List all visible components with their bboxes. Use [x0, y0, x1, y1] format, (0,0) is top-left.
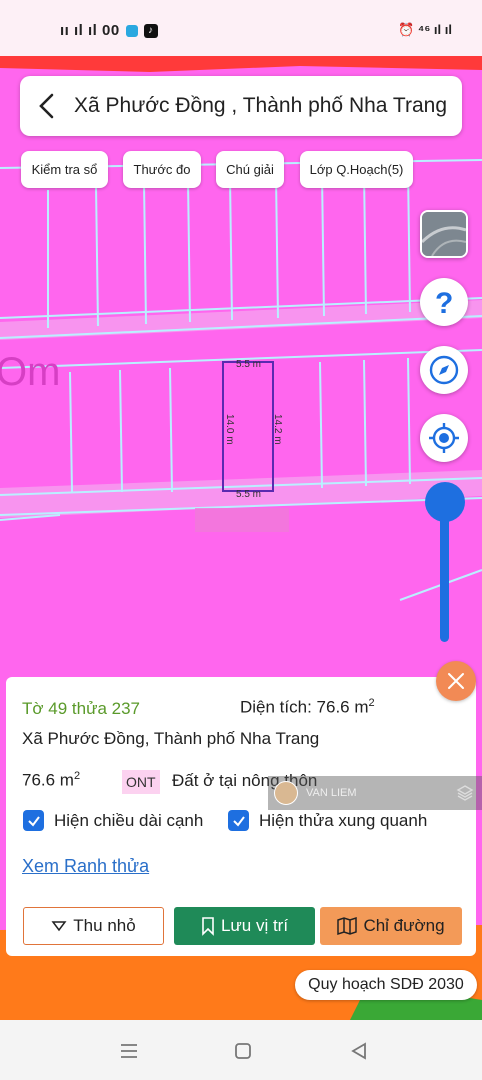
watermark-overlay: VAN LIEM [268, 776, 482, 810]
back-arrow-icon[interactable] [20, 76, 74, 136]
toggle-neighbor-parcels[interactable]: Hiện thửa xung quanh [228, 810, 427, 831]
map-label: Om [0, 350, 60, 394]
alarm-icon: ⏰ [398, 22, 418, 37]
area-label: Diện tích: 76.6 m2 [240, 697, 375, 718]
toggle-edge-lengths[interactable]: Hiện chiều dài cạnh [23, 810, 203, 831]
layers-icon [456, 785, 474, 801]
parcel-address: Xã Phước Đồng, Thành phố Nha Trang [22, 729, 320, 748]
chip-check-book[interactable]: Kiểm tra sổ [21, 151, 108, 188]
dim-top: 5.5 m [236, 359, 261, 370]
area-value: 76.6 m2 [22, 770, 80, 791]
chip-planning-layer[interactable]: Lớp Q.Hoạch(5) [300, 151, 413, 188]
collapse-label: Thu nhỏ [73, 916, 136, 935]
locate-icon[interactable] [420, 414, 468, 462]
edge-lengths-label: Hiện chiều dài cạnh [54, 810, 204, 830]
area-label-sup: 2 [368, 697, 375, 709]
planning-layer-label[interactable]: Quy hoạch SDĐ 2030 [295, 970, 477, 1000]
area-value-text: 76.6 m [22, 770, 74, 790]
view-boundary-link[interactable]: Xem Ranh thửa [22, 856, 149, 877]
map-icon [337, 916, 358, 936]
help-icon[interactable]: ? [420, 278, 468, 326]
svg-text:?: ? [435, 287, 453, 318]
watermark-name: VAN LIEM [306, 787, 357, 799]
directions-button[interactable]: Chỉ đường [320, 907, 462, 945]
status-left: ıı ıl ıl 00 ♪ [60, 22, 158, 39]
chevron-down-icon [51, 921, 67, 932]
neighbor-parcels-label: Hiện thửa xung quanh [259, 810, 428, 830]
dim-bottom: 5.5 m [236, 489, 261, 500]
chip-legend[interactable]: Chú giải [216, 151, 284, 188]
tiktok-notification-icon: ♪ [143, 23, 158, 38]
checkbox-icon[interactable] [23, 810, 44, 831]
dim-left: 14.0 m [224, 414, 235, 445]
menu-icon[interactable] [116, 1038, 142, 1064]
parcel-highlight [195, 508, 289, 532]
land-code-badge: ONT [122, 770, 160, 794]
zoom-slider-thumb[interactable] [425, 482, 465, 522]
app-notification-icon [125, 24, 138, 37]
close-icon[interactable] [436, 661, 476, 701]
checkbox-icon[interactable] [228, 810, 249, 831]
location-title[interactable]: Xã Phước Đồng , Thành phố Nha Trang [74, 94, 456, 118]
system-nav-bar [0, 1020, 482, 1080]
area-value-sup: 2 [73, 770, 81, 782]
status-bar: ıı ıl ıl 00 ♪ ⏰ ⁴⁶ ıl ıl [0, 0, 482, 56]
compass-icon[interactable] [420, 346, 468, 394]
bookmark-icon [202, 917, 214, 936]
status-time: ıı ıl ıl 00 [60, 22, 120, 39]
parcel-lines-lower [0, 349, 482, 601]
back-icon[interactable] [346, 1038, 372, 1064]
collapse-button[interactable]: Thu nhỏ [23, 907, 164, 945]
chip-ruler[interactable]: Thước đo [123, 151, 201, 188]
avatar [274, 781, 298, 805]
planning-zone-red [0, 56, 482, 72]
dim-right: 14.2 m [272, 414, 283, 445]
save-location-label: Lưu vị trí [220, 916, 289, 935]
parcel-id: Tờ 49 thửa 237 [22, 699, 140, 718]
save-location-button[interactable]: Lưu vị trí [174, 907, 315, 945]
status-signal: ⏰ ⁴⁶ ıl ıl [398, 22, 452, 37]
directions-label: Chỉ đường [363, 916, 445, 935]
satellite-layer-icon[interactable] [420, 210, 468, 258]
area-label-text: Diện tích: 76.6 m [240, 697, 369, 717]
home-icon[interactable] [230, 1038, 256, 1064]
search-bar[interactable]: Xã Phước Đồng , Thành phố Nha Trang [20, 76, 462, 136]
